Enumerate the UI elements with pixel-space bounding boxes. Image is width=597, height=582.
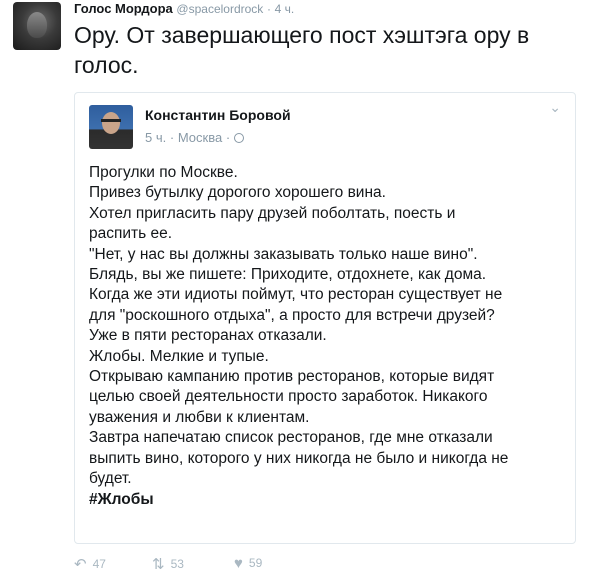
quoted-time[interactable]: 5 ч.: [145, 130, 166, 145]
reply-button[interactable]: ↶ 47: [74, 555, 106, 573]
quoted-line: будет.: [89, 470, 132, 488]
quoted-meta-separator: ·: [169, 130, 175, 145]
retweet-count: 53: [170, 557, 184, 571]
avatar-glasses: [101, 119, 121, 122]
header-separator: ·: [266, 2, 271, 16]
quoted-line: Привез бутылку дорогого хорошего вина.: [89, 184, 386, 202]
author-avatar[interactable]: [13, 2, 61, 50]
like-count: 59: [248, 556, 263, 570]
quoted-line: Когда же эти идиоты поймут, что ресторан…: [89, 286, 503, 304]
quoted-author-avatar[interactable]: [89, 105, 133, 149]
tweet-text: Ору. От завершающего пост хэштэга ору в …: [74, 22, 530, 78]
quoted-meta: 5 ч. · Москва ·: [145, 130, 244, 145]
retweet-button[interactable]: ⇅ 53: [152, 555, 184, 573]
quoted-line: Жлобы. Мелкие и тупые.: [89, 347, 269, 365]
quoted-line: Завтра напечатаю список ресторанов, где …: [89, 429, 493, 447]
heart-icon: ♥: [234, 555, 243, 572]
like-button[interactable]: ♥ 59: [234, 555, 262, 572]
quoted-line: Хотел пригласить пару друзей поболтать, …: [89, 204, 456, 222]
quoted-line: Прогулки по Москве.: [89, 164, 238, 181]
author-handle[interactable]: @spacelordrock: [176, 2, 263, 16]
globe-icon: [233, 133, 244, 143]
avatar-silhouette: [27, 12, 47, 38]
quoted-line: выпить вино, которого у них никогда не б…: [89, 449, 509, 467]
tweet-header: Голос Мордора @spacelordrock · 4 ч.: [74, 1, 294, 19]
reply-count: 47: [92, 557, 106, 571]
retweet-icon: ⇅: [152, 556, 165, 573]
quoted-location: Москва: [177, 130, 223, 145]
avatar-head: [102, 112, 120, 134]
meta-separator-2: ·: [225, 130, 231, 145]
tweet-time[interactable]: 4 ч.: [275, 2, 295, 16]
quoted-line: для "роскошного отдыха", а просто для вс…: [89, 306, 495, 324]
quoted-line: уважения и любви к клиентам.: [89, 408, 310, 426]
quoted-line: целью своей деятельности просто заработо…: [89, 388, 488, 406]
quoted-text: Прогулки по Москве. Привез бутылку дорог…: [89, 163, 565, 510]
chevron-down-icon[interactable]: ⌄: [549, 99, 561, 116]
reply-icon: ↶: [74, 556, 87, 573]
hashtag-link[interactable]: #Жлобы: [89, 490, 565, 510]
quoted-author-name[interactable]: Константин Боровой: [145, 107, 291, 123]
quoted-line: Открываю кампанию против ресторанов, кот…: [89, 368, 495, 386]
quoted-tweet-card[interactable]: Константин Боровой 5 ч. · Москва · ⌄ Про…: [74, 92, 576, 544]
author-name[interactable]: Голос Мордора: [74, 1, 173, 16]
quoted-line: Блядь, вы же пишете: Приходите, отдохнет…: [89, 266, 487, 284]
quoted-line: Уже в пяти ресторанах отказали.: [89, 327, 327, 345]
quoted-line: распить ее.: [89, 225, 173, 243]
quoted-line: "Нет, у нас вы должны заказывать только …: [89, 245, 478, 263]
